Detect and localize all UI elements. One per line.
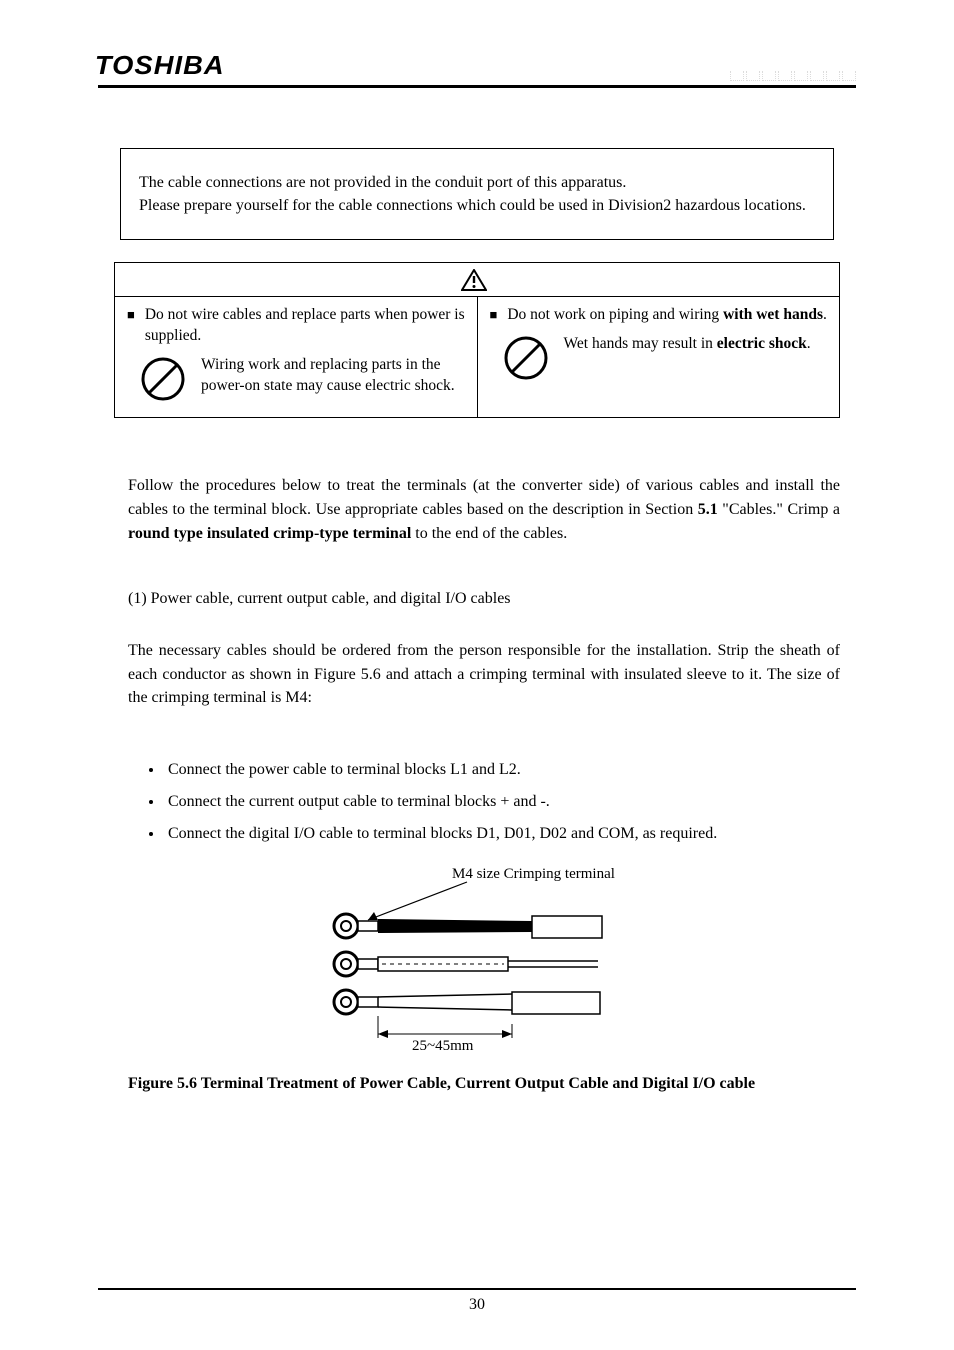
body-subheading: (1) Power cable, current output cable, a… <box>128 587 840 611</box>
figure: M4 size Crimping terminal <box>312 866 642 1061</box>
caution-subtext: Wiring work and replacing parts in the p… <box>201 355 467 397</box>
list-item: Connect the power cable to terminal bloc… <box>164 754 840 786</box>
prohibit-icon <box>502 334 550 382</box>
bullet-list: Connect the power cable to terminal bloc… <box>164 754 840 850</box>
figure-label-bottom: 25~45mm <box>412 1038 474 1054</box>
page-number: 30 <box>469 1296 485 1313</box>
figure-label-top: M4 size Crimping terminal <box>452 866 615 882</box>
square-bullet-icon: ■ <box>490 305 498 326</box>
page-header: TOSHIBA <box>98 50 856 88</box>
caution-text: Do not work on piping and wiring with we… <box>507 305 827 326</box>
note-line: The cable connections are not provided i… <box>139 171 815 194</box>
list-item: Connect the digital I/O cable to termina… <box>164 818 840 850</box>
body-paragraph: Follow the procedures below to treat the… <box>128 474 840 545</box>
warning-triangle-icon <box>461 269 487 291</box>
body-paragraph: The necessary cables should be ordered f… <box>128 639 840 710</box>
caution-subtext: Wet hands may result in electric shock. <box>564 334 811 355</box>
caution-heading: CAUTION <box>115 263 839 297</box>
caution-cell-left: ■ Do not wire cables and replace parts w… <box>115 297 477 417</box>
caution-box: CAUTION ■ Do not wire cables and replace… <box>114 262 840 418</box>
figure-caption: Figure 5.6 Terminal Treatment of Power C… <box>128 1075 856 1093</box>
header-graphic <box>730 71 856 81</box>
prohibit-icon <box>139 355 187 403</box>
toshiba-logo: TOSHIBA <box>95 50 225 81</box>
note-box: The cable connections are not provided i… <box>120 148 834 240</box>
crimping-terminal-diagram: M4 size Crimping terminal <box>312 866 642 1056</box>
list-item: Connect the current output cable to term… <box>164 786 840 818</box>
caution-text: Do not wire cables and replace parts whe… <box>145 305 467 347</box>
caution-cell-right: ■ Do not work on piping and wiring with … <box>477 297 840 417</box>
page-footer: 30 <box>98 1288 856 1314</box>
note-line: Please prepare yourself for the cable co… <box>139 194 815 217</box>
square-bullet-icon: ■ <box>127 305 135 347</box>
